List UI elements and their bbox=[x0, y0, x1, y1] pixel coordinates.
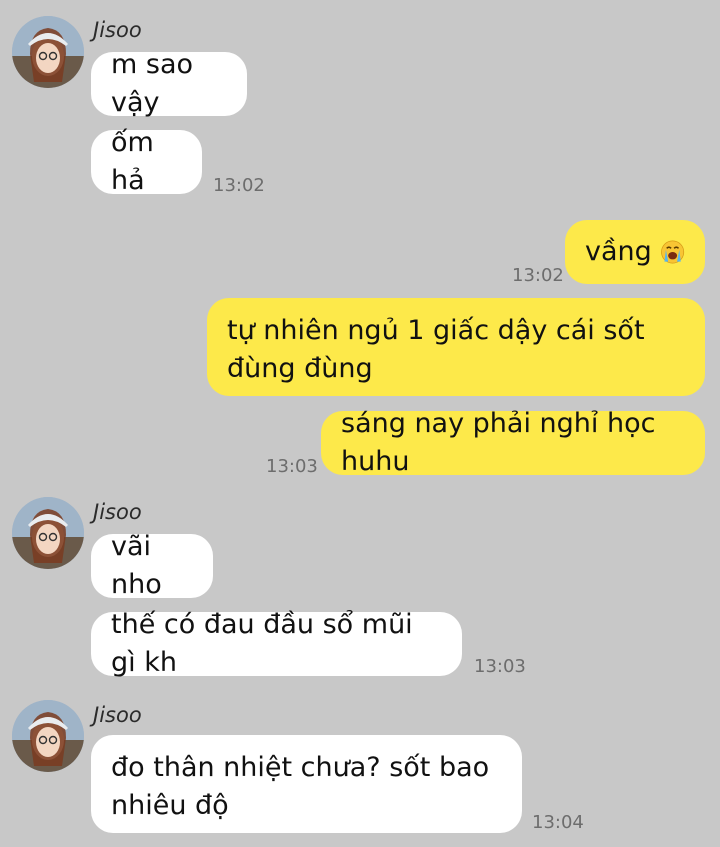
message-text: thế có đau đầu sổ mũi gì kh bbox=[111, 609, 413, 678]
message-bubble-incoming[interactable]: ốm hả bbox=[91, 127, 202, 196]
message-text: đo thân nhiệt chưa? sốt bao nhiêu độ bbox=[111, 752, 490, 821]
message-bubble-incoming[interactable]: đo thân nhiệt chưa? sốt bao nhiêu độ bbox=[91, 735, 522, 833]
message-bubble-incoming[interactable]: vãi nho bbox=[91, 531, 213, 600]
message-text: vãi nho bbox=[111, 531, 162, 600]
message-timestamp: 13:03 bbox=[474, 656, 526, 677]
chat-thread: Jisoo m sao vậy ốm hả 13:02 vầng 13:02 t… bbox=[0, 0, 720, 847]
sender-name: Jisoo bbox=[93, 500, 142, 524]
sender-name: Jisoo bbox=[93, 703, 142, 727]
message-bubble-outgoing[interactable]: vầng bbox=[565, 220, 705, 284]
message-text: tự nhiên ngủ 1 giấc dậy cái sốt đùng đùn… bbox=[227, 315, 645, 384]
message-bubble-incoming[interactable]: m sao vậy bbox=[91, 49, 247, 118]
loudly-crying-face-icon bbox=[660, 240, 684, 264]
sender-name: Jisoo bbox=[93, 18, 142, 42]
message-timestamp: 13:04 bbox=[532, 812, 584, 833]
message-text: m sao vậy bbox=[111, 49, 194, 118]
message-bubble-outgoing[interactable]: sáng nay phải nghỉ học huhu bbox=[321, 408, 705, 477]
message-text: ốm hả bbox=[111, 127, 154, 196]
avatar[interactable] bbox=[12, 700, 84, 772]
message-text: sáng nay phải nghỉ học huhu bbox=[341, 408, 656, 477]
message-text: vầng bbox=[585, 236, 652, 267]
message-timestamp: 13:03 bbox=[266, 456, 318, 477]
message-bubble-outgoing[interactable]: tự nhiên ngủ 1 giấc dậy cái sốt đùng đùn… bbox=[207, 298, 705, 396]
avatar[interactable] bbox=[12, 497, 84, 569]
avatar[interactable] bbox=[12, 16, 84, 88]
message-timestamp: 13:02 bbox=[512, 265, 564, 286]
message-bubble-incoming[interactable]: thế có đau đầu sổ mũi gì kh bbox=[91, 609, 462, 678]
message-timestamp: 13:02 bbox=[213, 175, 265, 196]
